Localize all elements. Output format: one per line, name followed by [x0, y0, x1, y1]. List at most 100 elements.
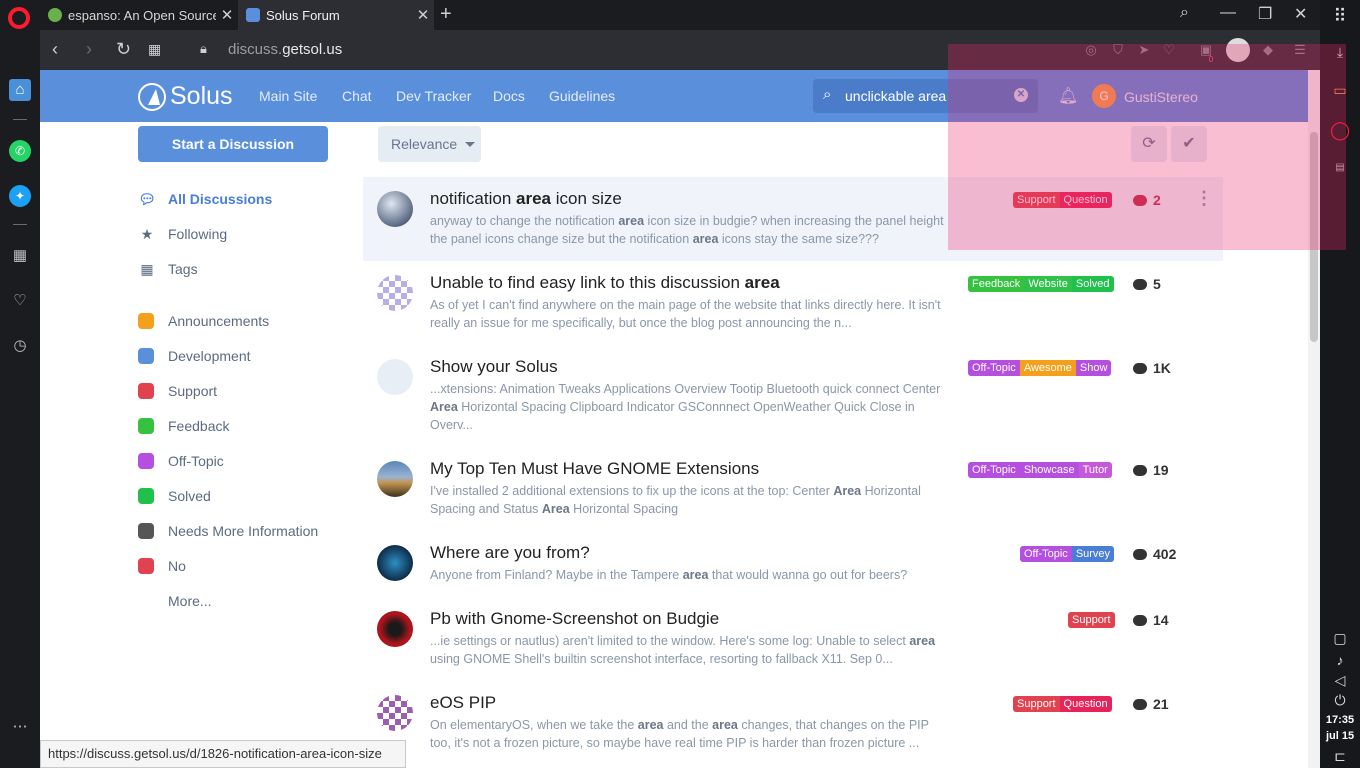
archive-icon[interactable]: ▭ — [1330, 82, 1350, 99]
sidebar-item-all-discussions[interactable]: 💬︎ All Discussions — [138, 189, 272, 209]
speed-dial-icon[interactable]: ▦ — [148, 41, 161, 58]
discussion-item[interactable]: Pb with Gnome-Screenshot on Budgie ...ie… — [363, 597, 1223, 681]
nav-main-site[interactable]: Main Site — [259, 88, 317, 104]
new-tab-icon[interactable]: + — [440, 3, 452, 26]
discussion-title[interactable]: Where are you from? — [430, 543, 590, 563]
sidebar-tag-no[interactable]: No — [138, 556, 186, 576]
start-discussion-button[interactable]: Start a Discussion — [138, 126, 328, 162]
discussion-menu-icon[interactable]: ⋮ — [1195, 188, 1213, 209]
tag-support[interactable]: Support — [1013, 192, 1060, 208]
sidebar-item-tags[interactable]: ▦ Tags — [138, 259, 197, 279]
tab-search-icon[interactable]: ⌕ — [1180, 4, 1189, 22]
reply-count[interactable]: 402 — [1133, 546, 1176, 562]
close-window-icon[interactable]: ✕ — [1294, 4, 1307, 24]
sort-dropdown[interactable]: Relevance — [378, 126, 481, 162]
sidebar-more-link[interactable]: More... — [168, 593, 212, 609]
speed-dial-sidebar-icon[interactable]: ▦ — [9, 245, 31, 267]
author-avatar[interactable] — [377, 461, 413, 497]
author-avatar[interactable] — [377, 191, 413, 227]
notifications-tray-icon[interactable]: ▢ — [1330, 630, 1350, 647]
tag-solved[interactable]: Solved — [1071, 276, 1114, 292]
nav-dev-tracker[interactable]: Dev Tracker — [396, 88, 471, 104]
opera-tray-icon[interactable]: ◯ — [1330, 120, 1350, 141]
cube-icon[interactable]: ◆ — [1260, 42, 1276, 58]
discussion-item[interactable]: Where are you from? Anyone from Finland?… — [363, 531, 1223, 597]
shield-icon[interactable]: ⛉ — [1110, 42, 1126, 58]
power-icon[interactable]: ⏻ — [1330, 692, 1350, 709]
whatsapp-icon[interactable]: ✆ — [9, 140, 31, 162]
author-avatar[interactable] — [377, 275, 413, 311]
download-icon[interactable]: ⤓ — [1330, 44, 1350, 61]
sidebar-tag-support[interactable]: Support — [138, 381, 217, 401]
show-desktop-icon[interactable]: ⊏ — [1330, 748, 1350, 765]
tab-solus-forum[interactable]: Solus Forum ✕ — [238, 0, 434, 30]
send-icon[interactable]: ➤ — [1136, 42, 1152, 58]
tag-support[interactable]: Support — [1068, 612, 1115, 628]
system-clock[interactable]: 17:35 jul 15 — [1322, 712, 1358, 744]
discussion-item[interactable]: eOS PIP On elementaryOS, when we take th… — [363, 681, 1223, 765]
sidebar-item-following[interactable]: ★ Following — [138, 224, 227, 244]
author-avatar[interactable] — [377, 611, 413, 647]
tag-support[interactable]: Support — [1013, 696, 1060, 712]
tag-showcase[interactable]: Show — [1075, 360, 1112, 376]
search-input[interactable] — [845, 85, 1005, 107]
tag-feedback[interactable]: Feedback — [968, 276, 1025, 292]
discussion-title[interactable]: Pb with Gnome-Screenshot on Budgie — [430, 609, 719, 629]
tag-question[interactable]: Question — [1059, 696, 1112, 712]
scrollbar-thumb[interactable] — [1310, 132, 1318, 342]
nav-docs[interactable]: Docs — [493, 88, 525, 104]
sidebar-tag-needs-more-information[interactable]: Needs More Information — [138, 521, 318, 541]
sidebar-tag-announcements[interactable]: Announcements — [138, 311, 269, 331]
discussion-item[interactable]: My Top Ten Must Have GNOME Extensions I'… — [363, 447, 1223, 531]
camera-icon[interactable]: ◎ — [1083, 42, 1099, 58]
tag-tutorial[interactable]: Tutor — [1078, 462, 1112, 478]
reload-icon[interactable]: ↻ — [116, 39, 131, 60]
discussion-title[interactable]: My Top Ten Must Have GNOME Extensions — [430, 459, 759, 479]
reply-count[interactable]: 2 — [1133, 192, 1161, 208]
heart-icon[interactable]: ♡ — [1161, 42, 1177, 58]
volume-icon[interactable]: ◁ — [1330, 672, 1350, 689]
mark-all-read-button[interactable]: ✔ — [1171, 126, 1207, 162]
home-icon[interactable]: ⌂ — [9, 79, 31, 101]
discussion-title[interactable]: eOS PIP — [430, 693, 496, 713]
discussion-title[interactable]: Unable to find easy link to this discuss… — [430, 273, 780, 293]
reply-count[interactable]: 19 — [1133, 462, 1169, 478]
menu-icon[interactable]: ☰ — [1292, 42, 1308, 58]
close-tab-icon[interactable]: ✕ — [216, 6, 238, 24]
solus-logo[interactable]: Solus — [138, 82, 233, 111]
restore-icon[interactable]: ❐ — [1258, 4, 1272, 24]
profile-avatar-icon[interactable] — [1226, 38, 1250, 62]
back-icon[interactable]: ‹ — [52, 39, 58, 60]
user-avatar[interactable]: G — [1092, 84, 1116, 108]
tag-question[interactable]: Question — [1059, 192, 1112, 208]
notifications-bell-icon[interactable]: 🔔︎ — [1058, 86, 1078, 106]
tag-off-topic[interactable]: Off-Topic — [1020, 546, 1072, 562]
tag-awesome[interactable]: Awesome — [1019, 360, 1076, 376]
sidebar-tag-solved[interactable]: Solved — [138, 486, 211, 506]
reply-count[interactable]: 21 — [1133, 696, 1169, 712]
history-clock-icon[interactable]: ◷ — [9, 335, 31, 357]
discussion-title[interactable]: Show your Solus — [430, 357, 558, 377]
discussion-item[interactable]: Unable to find easy link to this discuss… — [363, 261, 1223, 345]
discussion-item[interactable]: notification area icon size anyway to ch… — [363, 177, 1223, 261]
sidebar-tag-feedback[interactable]: Feedback — [138, 416, 229, 436]
author-avatar[interactable] — [377, 695, 413, 731]
tray-app-icon[interactable]: ▤ — [1330, 162, 1350, 173]
reply-count[interactable]: 1K — [1133, 360, 1171, 376]
discussion-item[interactable]: Show your Solus ...xtensions: Animation … — [363, 345, 1223, 447]
discussion-title[interactable]: notification area icon size — [430, 189, 622, 209]
nav-guidelines[interactable]: Guidelines — [549, 88, 615, 104]
nav-chat[interactable]: Chat — [342, 88, 372, 104]
bell-tray-icon[interactable]: ♪ — [1330, 652, 1350, 668]
sidebar-tag-off-topic[interactable]: Off-Topic — [138, 451, 224, 471]
minimize-icon[interactable]: — — [1220, 4, 1236, 22]
tag-survey[interactable]: Survey — [1071, 546, 1115, 562]
tab-espanso[interactable]: espanso: An Open Source ✕ — [40, 0, 238, 30]
tag-showcase[interactable]: Showcase — [1019, 462, 1079, 478]
forward-icon[interactable]: › — [86, 39, 92, 60]
reply-count[interactable]: 5 — [1133, 276, 1161, 292]
bookmarks-heart-icon[interactable]: ♡ — [9, 290, 31, 312]
url-field[interactable]: discuss.getsol.us — [228, 41, 342, 58]
apps-grid-icon[interactable]: ⠿ — [1330, 6, 1350, 27]
username[interactable]: GustiStereo — [1124, 89, 1198, 105]
